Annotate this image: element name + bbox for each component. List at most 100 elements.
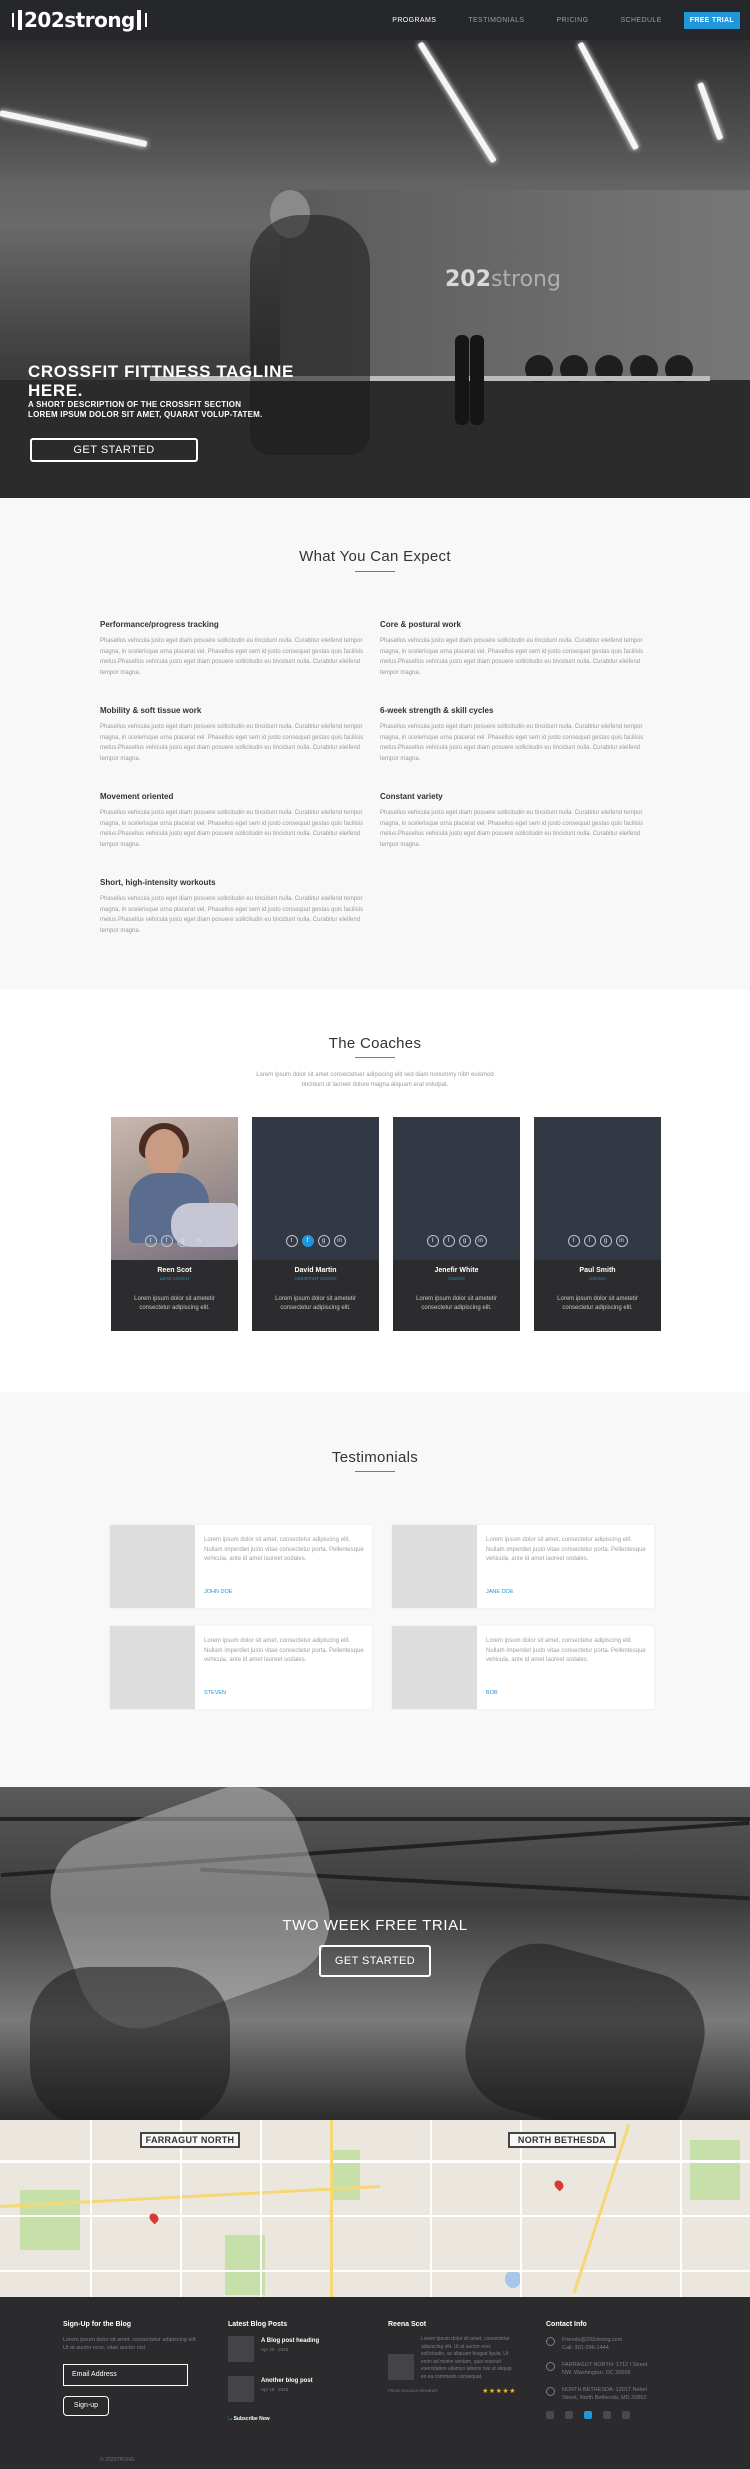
- twitter-icon[interactable]: [546, 2411, 554, 2419]
- google-plus-icon[interactable]: g: [176, 1235, 189, 1247]
- email-icon: [546, 2337, 555, 2346]
- testimonial-author[interactable]: BOB: [486, 1690, 498, 1696]
- testimonial-image: [392, 1525, 477, 1608]
- coach-card[interactable]: t f g in Reen Scot LEAD COACH Lorem ipsu…: [111, 1117, 238, 1331]
- facebook-icon[interactable]: f: [160, 1235, 173, 1247]
- free-trial-button[interactable]: FREE TRIAL: [683, 12, 740, 29]
- email-input[interactable]: Email Address: [63, 2364, 188, 2386]
- testimonial-author[interactable]: JOHN DOE: [204, 1589, 232, 1595]
- yelp-icon[interactable]: [622, 2411, 630, 2419]
- nav-link-pricing[interactable]: PRICING: [556, 17, 588, 24]
- nav-link-schedule[interactable]: SCHEDULE: [620, 17, 661, 24]
- wall-logo-text: 202: [445, 267, 491, 292]
- google-plus-icon[interactable]: g: [458, 1235, 471, 1247]
- athlete-figure: [30, 1967, 230, 2120]
- map-highway: [330, 2120, 333, 2297]
- coach-photo-face: [145, 1129, 183, 1177]
- coach-card[interactable]: t f g in Paul Smith COACH Lorem ipsum do…: [534, 1117, 661, 1331]
- linkedin-icon[interactable]: in: [474, 1235, 487, 1247]
- footer-contact: Contact Info Friends@202strong.com Call:…: [546, 2321, 686, 2419]
- google-plus-icon[interactable]: g: [599, 1235, 612, 1247]
- weight-plate: [455, 335, 469, 425]
- feature-text: Phasellus vehicula justo eget diam posue…: [380, 724, 644, 762]
- hero-section: 202strong CROSSFIT FITTNESS TAGLINE HERE…: [0, 40, 750, 498]
- subscribe-link[interactable]: ⤿ Subscribe Now: [228, 2416, 348, 2422]
- feature-item: Short, high-intensity workouts Phasellus…: [100, 878, 365, 936]
- title-underline: [355, 571, 395, 572]
- post-title[interactable]: A Blog post heading: [261, 2338, 319, 2344]
- feature-item: Core & postural work Phasellus vehicula …: [380, 620, 645, 678]
- blog-post-item[interactable]: Another blog post Apr 18 · 2015: [228, 2376, 348, 2402]
- location-map[interactable]: FARRAGUT NORTH NORTH BETHESDA: [0, 2120, 750, 2297]
- coach-card[interactable]: t f g in Jenefir White COACH Lorem ipsum…: [393, 1117, 520, 1331]
- nav-link-programs[interactable]: PROGRAMS: [392, 17, 436, 24]
- contact-email: Friends@202strong.com Call: 301-396-1444: [546, 2336, 686, 2352]
- wall-logo: 202strong: [445, 267, 561, 292]
- top-navbar: 202strong PROGRAMS TESTIMONIALS PRICING …: [0, 0, 750, 40]
- testimonial-text: Lorem ipsum dolor sit amet, consectetur …: [486, 1638, 646, 1663]
- facebook-icon[interactable]: f: [301, 1235, 314, 1247]
- testimonial-card: Lorem ipsum dolor sit amet, consectetur …: [392, 1525, 654, 1608]
- twitter-icon[interactable]: t: [426, 1235, 439, 1247]
- signup-button[interactable]: Sign-up: [63, 2396, 109, 2416]
- twitter-icon[interactable]: t: [285, 1235, 298, 1247]
- barbell-plate-icon: [18, 10, 22, 30]
- map-road: [90, 2120, 92, 2297]
- linkedin-icon[interactable]: in: [192, 1235, 205, 1247]
- feature-text: Phasellus vehicula justo eget diam posue…: [100, 638, 364, 676]
- post-thumbnail: [228, 2336, 254, 2362]
- get-started-button[interactable]: GET STARTED: [30, 438, 198, 462]
- star-rating: ★★★★★: [482, 2388, 516, 2395]
- testimonial-image: [110, 1525, 195, 1608]
- post-thumbnail: [228, 2376, 254, 2402]
- facebook-icon[interactable]: f: [442, 1235, 455, 1247]
- athlete-figure: [451, 1930, 719, 2120]
- brand-logo[interactable]: 202strong: [10, 7, 149, 33]
- instagram-icon[interactable]: [565, 2411, 573, 2419]
- google-plus-icon[interactable]: g: [317, 1235, 330, 1247]
- testimonial-author[interactable]: JANE DOE: [486, 1589, 514, 1595]
- coach-card[interactable]: t f g in David Martin ASSISTANT COACH Lo…: [252, 1117, 379, 1331]
- testimonial-author[interactable]: STEVEN: [204, 1690, 226, 1696]
- twitter-icon[interactable]: t: [567, 1235, 580, 1247]
- map-pin-icon[interactable]: [147, 2211, 161, 2225]
- barbell-plate-icon: [144, 13, 147, 27]
- brand-logo-text: 202strong: [24, 8, 135, 32]
- trial-get-started-button[interactable]: GET STARTED: [319, 1945, 431, 1977]
- map-road: [430, 2120, 432, 2297]
- twitter-icon[interactable]: t: [144, 1235, 157, 1247]
- coach-bio: Lorem ipsum dolor sit ametetir consectet…: [275, 1296, 356, 1311]
- hero-subtitle: A SHORT DESCRIPTION OF THE CROSSFIT SECT…: [28, 400, 263, 419]
- coach-name: Reen Scot: [157, 1267, 192, 1274]
- review-text: Lorem ipsum dolor sit amet, consectetur …: [421, 2336, 512, 2380]
- coach-socials: t f g in: [393, 1235, 520, 1247]
- post-title[interactable]: Another blog post: [261, 2378, 313, 2384]
- testimonial-card: Lorem ipsum dolor sit amet, consectetur …: [110, 1525, 372, 1608]
- nav-link-testimonials[interactable]: TESTIMONIALS: [468, 17, 524, 24]
- title-underline: [355, 1057, 395, 1058]
- footer-heading: Reena Scot: [388, 2321, 427, 2328]
- testimonial-card: Lorem ipsum dolor sit amet, consectetur …: [110, 1626, 372, 1709]
- linkedin-icon[interactable]: in: [333, 1235, 346, 1247]
- contact-text: FARRAGUT NORTH: 1712 I Street NW, Washin…: [562, 2362, 648, 2376]
- testimonial-image: [110, 1626, 195, 1709]
- expect-section: What You Can Expect Performance/progress…: [0, 498, 750, 990]
- feature-item: Movement oriented Phasellus vehicula jus…: [100, 792, 365, 850]
- feature-text: Phasellus vehicula justo eget diam posue…: [100, 724, 364, 762]
- section-title: What You Can Expect: [299, 548, 451, 565]
- coach-socials: t f g in: [111, 1235, 238, 1247]
- location-pin-icon: [546, 2362, 555, 2371]
- testimonial-text: Lorem ipsum dolor sit amet, consectetur …: [204, 1638, 364, 1663]
- rss-icon: ⤿: [228, 2416, 233, 2422]
- coaches-intro: Lorem ipsum dolor sit amet consectetuer …: [256, 1072, 494, 1088]
- contact-text[interactable]: Friends@202strong.com Call: 301-396-1444: [562, 2336, 622, 2352]
- map-pin-icon[interactable]: [552, 2178, 566, 2192]
- facebook-icon[interactable]: f: [583, 1235, 596, 1247]
- facebook-icon[interactable]: [584, 2411, 592, 2419]
- blog-post-item[interactable]: A Blog post heading Apr 20 · 2015: [228, 2336, 348, 2362]
- feature-title: Movement oriented: [100, 792, 174, 801]
- google-plus-icon[interactable]: [603, 2411, 611, 2419]
- linkedin-icon[interactable]: in: [615, 1235, 628, 1247]
- review-meta: FROM GOOGLE REVIEWS ★★★★★: [388, 2387, 516, 2395]
- coach-role: ASSISTANT COACH: [294, 1276, 337, 1281]
